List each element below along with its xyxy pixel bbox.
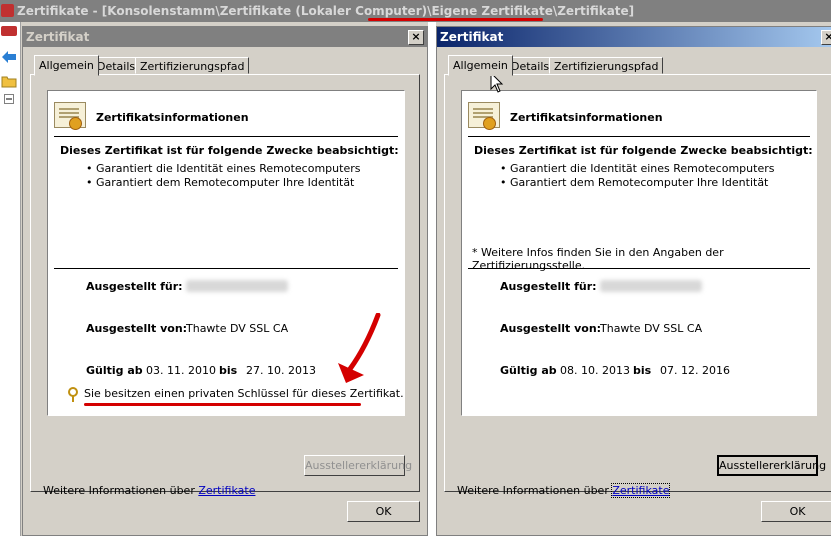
purpose-heading: Dieses Zertifikat ist für folgende Zweck…	[60, 144, 399, 157]
collapse-icon[interactable]	[4, 94, 14, 104]
issued-by-value: Thawte DV SSL CA	[186, 322, 289, 335]
certificate-console-icon	[1, 4, 14, 17]
issued-to-label: Ausgestellt für:	[86, 280, 183, 293]
issued-by-label: Ausgestellt von:	[500, 322, 602, 335]
issued-by-label: Ausgestellt von:	[86, 322, 188, 335]
divider	[54, 136, 398, 137]
folder-icon[interactable]	[1, 74, 17, 88]
more-info-text: Weitere Informationen über	[457, 484, 609, 497]
divider	[468, 136, 810, 137]
dialog-title: Zertifikat	[440, 30, 504, 44]
certificates-link[interactable]: Zertifikate	[198, 484, 255, 497]
tab-panel-allgemein: Zertifikatsinformationen Dieses Zertifik…	[30, 74, 420, 497]
certificates-link[interactable]: Zertifikate	[611, 483, 671, 498]
back-arrow-icon[interactable]	[1, 50, 17, 64]
redacted-issued-to	[186, 280, 288, 292]
dialog-title-bar: Zertifikat	[23, 27, 427, 47]
more-info-line: Weitere Informationen über Zertifikate	[457, 483, 671, 498]
close-button[interactable]: ×	[821, 30, 831, 45]
tab-allgemein[interactable]: Allgemein	[34, 55, 99, 76]
certificate-dialog-new: Zertifikat × Allgemein Details Zertifizi…	[436, 26, 831, 536]
dialog-title-bar: Zertifikat	[437, 27, 831, 47]
valid-from-value: 08. 10. 2013	[560, 364, 630, 377]
purpose-item: • Garantiert dem Remotecomputer Ihre Ide…	[500, 176, 769, 189]
key-icon	[68, 387, 78, 402]
purpose-item: • Garantiert die Identität eines Remotec…	[86, 162, 361, 175]
purpose-item: • Garantiert dem Remotecomputer Ihre Ide…	[86, 176, 355, 189]
purpose-item: • Garantiert die Identität eines Remotec…	[500, 162, 775, 175]
valid-to-value: 07. 12. 2016	[660, 364, 730, 377]
valid-to-label: bis	[633, 364, 652, 377]
tab-allgemein[interactable]: Allgemein	[448, 55, 513, 76]
issuer-statement-button[interactable]: Ausstellererklärung	[304, 455, 412, 476]
divider	[54, 268, 398, 269]
redacted-issued-to	[600, 280, 702, 292]
tab-details[interactable]: Details	[92, 57, 141, 74]
more-info-line: Weitere Informationen über Zertifikate	[43, 484, 255, 497]
red-arrow-annotation	[338, 313, 381, 383]
purpose-heading: Dieses Zertifikat ist für folgende Zweck…	[474, 144, 813, 157]
mmc-tree-pane	[0, 22, 21, 536]
cert-info-header: Zertifikatsinformationen	[510, 111, 663, 124]
issued-by-value: Thawte DV SSL CA	[600, 322, 703, 335]
more-info-text: Weitere Informationen über	[43, 484, 195, 497]
valid-to-value: 27. 10. 2013	[246, 364, 316, 377]
tab-zertifizierungspfad[interactable]: Zertifizierungspfad	[549, 57, 664, 74]
certificate-icon	[54, 102, 86, 130]
certificate-info-box: Zertifikatsinformationen Dieses Zertifik…	[47, 90, 405, 416]
tab-panel-allgemein: Zertifikatsinformationen Dieses Zertifik…	[444, 74, 831, 498]
red-underline-annotation	[84, 403, 361, 406]
issued-to-label: Ausgestellt für:	[500, 280, 597, 293]
valid-from-value: 03. 11. 2010	[146, 364, 216, 377]
dialog-title: Zertifikat	[26, 30, 90, 44]
toolbar-icon[interactable]	[1, 26, 17, 36]
certificate-info-box: Zertifikatsinformationen Dieses Zertifik…	[461, 90, 817, 416]
ok-button[interactable]: OK	[347, 501, 420, 522]
certificate-dialog-old: Zertifikat × Allgemein Details Zertifizi…	[22, 26, 428, 536]
valid-from-label: Gültig ab	[86, 364, 143, 377]
red-underline-annotation	[368, 18, 543, 21]
valid-from-label: Gültig ab	[500, 364, 557, 377]
ok-button[interactable]: OK	[761, 501, 831, 522]
close-button[interactable]: ×	[408, 30, 424, 45]
certificate-icon	[468, 102, 500, 130]
valid-to-label: bis	[219, 364, 238, 377]
private-key-note: Sie besitzen einen privaten Schlüssel fü…	[84, 387, 404, 400]
issuer-statement-button[interactable]: Ausstellererklärung	[717, 455, 826, 476]
tab-zertifizierungspfad[interactable]: Zertifizierungspfad	[135, 57, 250, 74]
cert-info-header: Zertifikatsinformationen	[96, 111, 249, 124]
mmc-list-pane-edge	[428, 22, 436, 536]
mmc-window-title: Zertifikate - [Konsolenstamm\Zertifikate…	[17, 4, 635, 18]
mmc-title-bar: Zertifikate - [Konsolenstamm\Zertifikate…	[0, 0, 831, 22]
divider	[468, 268, 810, 269]
tab-details[interactable]: Details	[506, 57, 555, 74]
